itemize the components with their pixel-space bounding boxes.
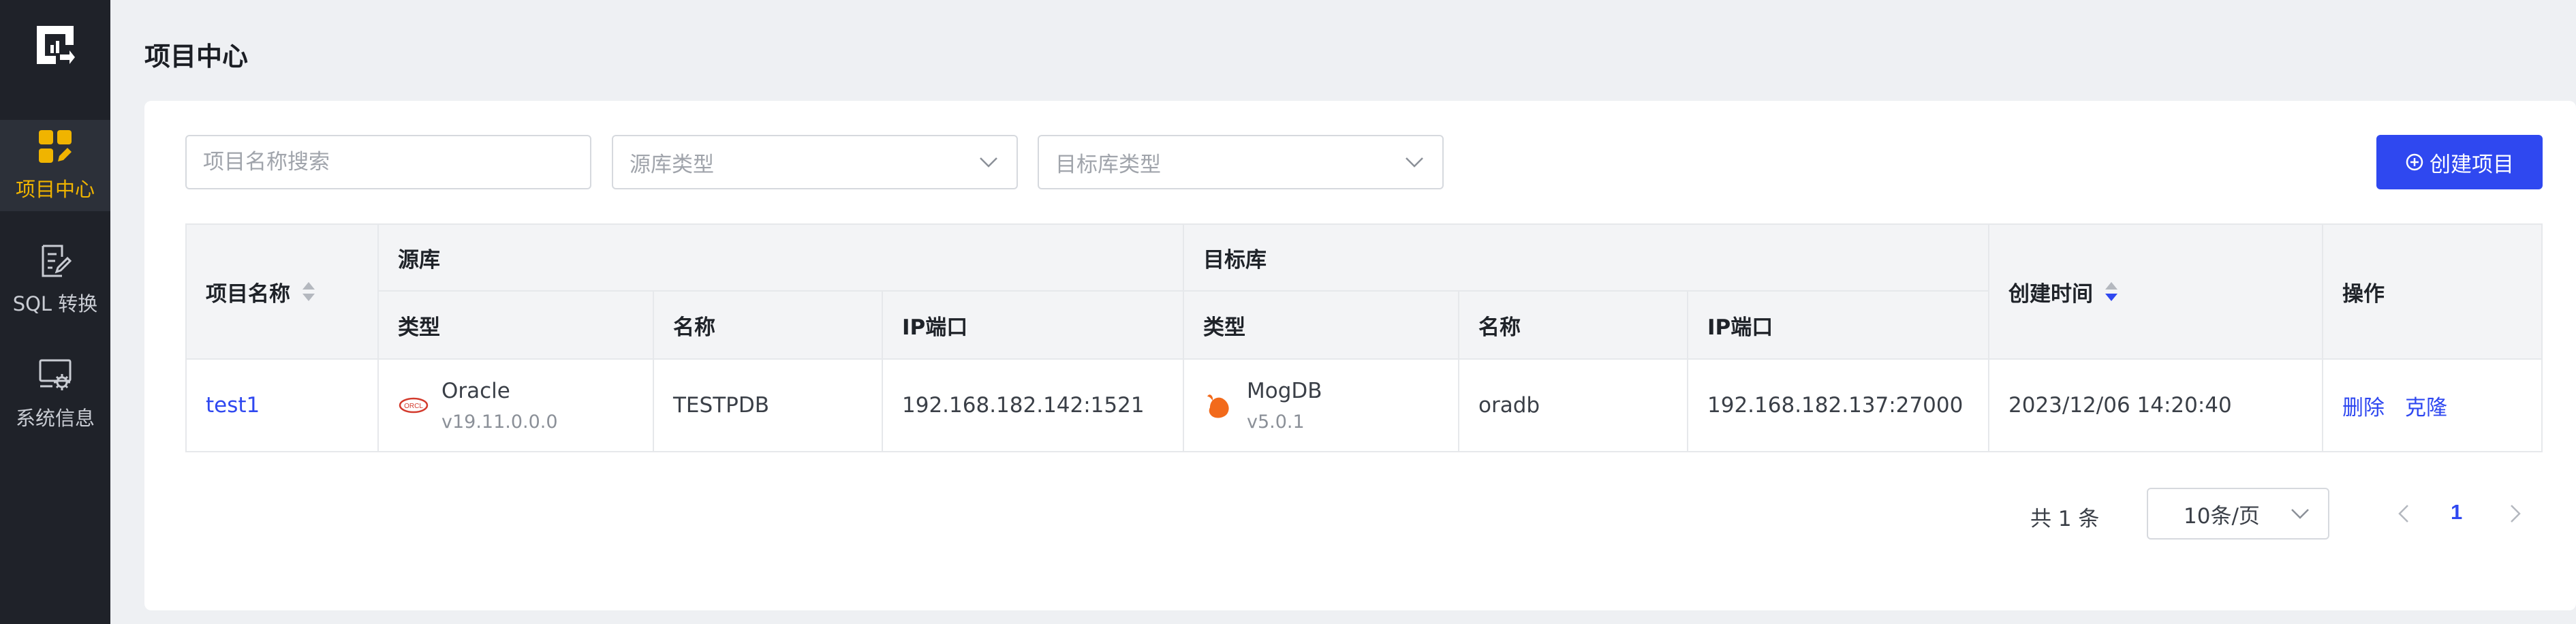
prev-page-icon[interactable] xyxy=(2394,503,2415,525)
project-link[interactable]: test1 xyxy=(206,393,260,418)
header-source-name: 名称 xyxy=(654,292,882,358)
oracle-logo-icon: ORCL xyxy=(399,397,429,414)
header-source-ip: IP端口 xyxy=(883,292,1183,358)
sidebar: 项目中心 SQL 转换 系统信息 xyxy=(0,0,110,624)
sidebar-item-sql-convert[interactable]: SQL 转换 xyxy=(0,234,110,326)
project-name-search[interactable] xyxy=(185,135,591,189)
header-actions: 操作 xyxy=(2323,225,2541,358)
projects-table: 项目名称 源库 目标库 创建时间 操作 类型 名称 IP端口 类型 名称 IP端… xyxy=(185,223,2543,452)
page-title: 项目中心 xyxy=(144,42,249,72)
header-target-type: 类型 xyxy=(1184,292,1458,358)
header-created-at-label: 创建时间 xyxy=(2008,281,2093,307)
cell-source-ip: 192.168.182.142:1521 xyxy=(883,360,1183,451)
header-created-at[interactable]: 创建时间 xyxy=(1989,225,2322,358)
source-type-placeholder: 源库类型 xyxy=(630,152,714,177)
table-row: test1 ORCL Oracle v19.11.0.0.0 TESTPDB 1… xyxy=(187,360,2541,451)
page-number-current[interactable]: 1 xyxy=(2451,500,2462,525)
target-version: v5.0.1 xyxy=(1247,411,1305,433)
header-label: 名称 xyxy=(1478,315,1521,340)
header-label: 名称 xyxy=(673,315,715,340)
created-at: 2023/12/06 14:20:40 xyxy=(2008,393,2232,418)
grid-edit-icon xyxy=(39,130,72,163)
mogdb-logo-icon xyxy=(1207,394,1229,418)
header-target-ip: IP端口 xyxy=(1688,292,1988,358)
source-type-select[interactable]: 源库类型 xyxy=(612,135,1018,189)
source-name: TESTPDB xyxy=(673,393,769,418)
source-ip: 192.168.182.142:1521 xyxy=(902,393,1145,418)
header-target-label: 目标库 xyxy=(1203,247,1267,272)
target-ip: 192.168.182.137:27000 xyxy=(1707,393,1964,418)
header-target-group: 目标库 xyxy=(1184,225,1988,290)
header-actions-label: 操作 xyxy=(2342,281,2385,307)
sidebar-item-system-info[interactable]: 系统信息 xyxy=(0,349,110,440)
clone-button[interactable]: 克隆 xyxy=(2405,390,2447,421)
header-label: 类型 xyxy=(398,315,440,340)
svg-text:ORCL: ORCL xyxy=(404,403,423,410)
plus-circle-icon xyxy=(2406,153,2423,171)
sidebar-item-project-center[interactable]: 项目中心 xyxy=(0,120,110,211)
cell-target-ip: 192.168.182.137:27000 xyxy=(1688,360,1988,451)
source-type-name: Oracle xyxy=(441,378,510,403)
header-source-type: 类型 xyxy=(379,292,653,358)
sidebar-item-label: SQL 转换 xyxy=(12,292,98,315)
document-edit-icon xyxy=(42,245,72,277)
target-name: oradb xyxy=(1478,393,1540,418)
settings-panel-icon xyxy=(39,359,72,390)
header-source-label: 源库 xyxy=(398,247,440,272)
source-version: v19.11.0.0.0 xyxy=(441,411,558,433)
cell-source-name: TESTPDB xyxy=(654,360,882,451)
cell-source-type: ORCL Oracle v19.11.0.0.0 xyxy=(379,360,653,451)
pagination-total: 共 1 条 xyxy=(2030,507,2100,531)
cell-target-name: oradb xyxy=(1459,360,1687,451)
app-logo[interactable] xyxy=(35,25,75,65)
header-label: IP端口 xyxy=(1707,315,1773,340)
sidebar-item-label: 系统信息 xyxy=(15,407,95,430)
chevron-down-icon xyxy=(980,157,997,168)
chevron-down-icon xyxy=(2291,509,2309,519)
search-input[interactable] xyxy=(203,150,574,174)
next-page-icon[interactable] xyxy=(2504,503,2525,525)
delete-button[interactable]: 删除 xyxy=(2342,390,2385,421)
target-type-select[interactable]: 目标库类型 xyxy=(1038,135,1444,189)
target-type-name: MogDB xyxy=(1247,378,1322,403)
create-project-button[interactable]: 创建项目 xyxy=(2376,135,2543,189)
cell-target-type: MogDB v5.0.1 xyxy=(1184,360,1458,451)
sort-icon[interactable] xyxy=(301,281,316,302)
target-type-placeholder: 目标库类型 xyxy=(1055,152,1161,177)
header-project-name-label: 项目名称 xyxy=(206,281,290,307)
header-target-name: 名称 xyxy=(1459,292,1687,358)
create-project-label: 创建项目 xyxy=(2430,152,2514,177)
sort-desc-icon[interactable] xyxy=(2104,281,2119,302)
page-size-value: 10条/页 xyxy=(2184,503,2260,529)
header-project-name[interactable]: 项目名称 xyxy=(187,225,377,358)
cell-project-name: test1 xyxy=(187,360,377,451)
cell-actions: 删除 克隆 xyxy=(2323,360,2541,451)
header-label: IP端口 xyxy=(902,315,968,340)
header-source-group: 源库 xyxy=(379,225,1183,290)
page-size-select[interactable]: 10条/页 xyxy=(2147,488,2329,540)
sidebar-item-label: 项目中心 xyxy=(15,178,95,201)
chevron-down-icon xyxy=(1406,157,1423,168)
header-label: 类型 xyxy=(1203,315,1245,340)
cell-created-at: 2023/12/06 14:20:40 xyxy=(1989,360,2322,451)
